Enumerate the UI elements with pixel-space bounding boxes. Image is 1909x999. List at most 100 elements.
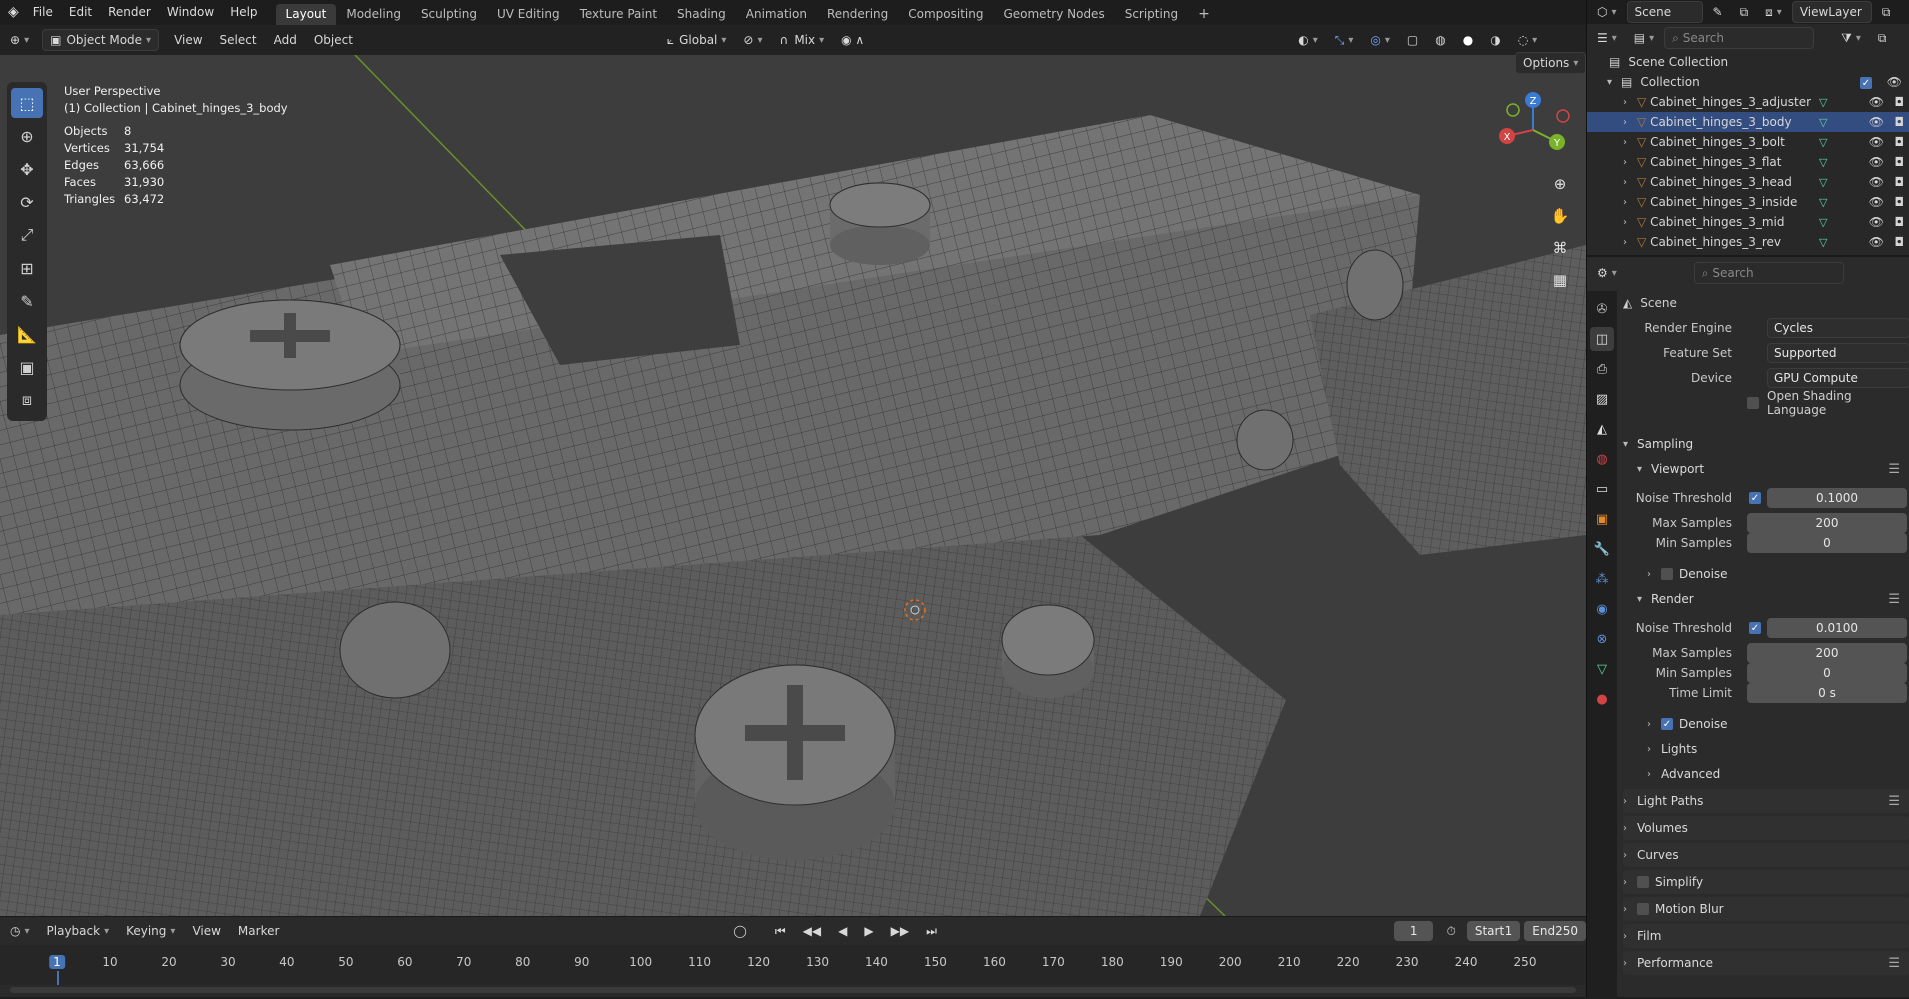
outliner-editor-icon[interactable]: ☰ ▾ <box>1590 27 1624 49</box>
r-denoise-checkbox[interactable]: ✓ <box>1661 718 1673 730</box>
r-noise-field[interactable]: 0.0100 <box>1767 618 1907 638</box>
device-dropdown[interactable]: GPU Compute <box>1767 368 1909 388</box>
eye-icon[interactable]: 👁 <box>1869 95 1884 109</box>
osl-row[interactable]: Open Shading Language <box>1617 389 1909 417</box>
overlay-toggle[interactable]: ◎ ▾ <box>1363 29 1397 51</box>
timeline-scrollbar[interactable] <box>10 987 1576 993</box>
marker-menu[interactable]: Marker <box>231 920 286 942</box>
end-frame-field[interactable]: End 250 <box>1524 921 1586 941</box>
object-tab-icon[interactable]: ▣ <box>1590 507 1614 531</box>
tab-rendering[interactable]: Rendering <box>817 4 898 25</box>
list-icon[interactable]: ☰ <box>1888 794 1900 809</box>
grid-icon[interactable]: ▦ <box>1546 266 1574 294</box>
render-tab-icon[interactable]: ◫ <box>1590 327 1614 351</box>
curves-panel[interactable]: › Curves <box>1623 843 1909 867</box>
camera-render-icon[interactable]: ◘ <box>1895 235 1905 249</box>
r-noise-checkbox[interactable]: ✓ <box>1749 622 1761 634</box>
tab-shading[interactable]: Shading <box>667 4 736 25</box>
frame-ruler[interactable]: 1 10 20 30 40 50 60 70 80 90 100 110 120 130 140 150 160… <box>0 945 1586 985</box>
material-tab-icon[interactable]: ● <box>1590 687 1614 711</box>
lights-subpanel[interactable]: › Lights <box>1647 737 1909 761</box>
playhead[interactable] <box>57 971 59 985</box>
collection-tab-icon[interactable]: ▭ <box>1590 477 1614 501</box>
motion-blur-checkbox[interactable] <box>1637 903 1649 915</box>
next-keyframe-icon[interactable]: ▶▶ <box>884 920 916 942</box>
stopwatch-icon[interactable]: ⏱ <box>1439 920 1462 942</box>
render-engine-dropdown[interactable]: Cycles <box>1767 318 1909 338</box>
modifier-tab-icon[interactable]: 🔧 <box>1590 537 1614 561</box>
tab-sculpting[interactable]: Sculpting <box>411 4 487 25</box>
add-cube-icon[interactable]: ▣ <box>11 352 43 382</box>
transform-icon[interactable]: ⊞ <box>11 253 43 283</box>
eye-icon[interactable]: 👁 <box>1869 155 1884 169</box>
playback-menu[interactable]: Playback ▾ <box>40 920 117 942</box>
eye-icon[interactable]: 👁 <box>1869 235 1884 249</box>
keying-menu[interactable]: Keying ▾ <box>119 920 182 942</box>
record-icon[interactable]: ◯ <box>726 920 753 942</box>
zoom-icon[interactable]: ⊕ <box>1546 170 1574 198</box>
feature-set-dropdown[interactable]: Supported <box>1767 343 1909 363</box>
navigation-gizmo[interactable]: Z Y X <box>1493 88 1573 168</box>
light-paths-panel[interactable]: › Light Paths ☰ <box>1623 789 1909 813</box>
eye-icon[interactable]: 👁 <box>1869 135 1884 149</box>
select-box-icon[interactable]: ⬚ <box>11 88 43 118</box>
tab-texture-paint[interactable]: Texture Paint <box>570 4 667 25</box>
scene-selector[interactable]: Scene <box>1626 1 1703 23</box>
outliner-object-row[interactable]: › ▽ Cabinet_hinges_3_rev ▽ 👁 ◘ <box>1587 232 1909 252</box>
tab-geometry-nodes[interactable]: Geometry Nodes <box>993 4 1114 25</box>
prev-keyframe-icon[interactable]: ◀◀ <box>796 920 828 942</box>
move-icon[interactable]: ✥ <box>11 154 43 184</box>
scene-tab-icon[interactable]: ◭ <box>1590 417 1614 441</box>
list-icon[interactable]: ☰ <box>1888 592 1900 607</box>
shading-wireframe-button[interactable]: ◍ <box>1428 29 1452 51</box>
menu-view[interactable]: View <box>167 29 209 51</box>
vp-denoise-checkbox[interactable] <box>1661 568 1673 580</box>
menu-file[interactable]: File <box>25 0 61 25</box>
camera-render-icon[interactable]: ◘ <box>1895 215 1905 229</box>
eye-icon[interactable]: 👁 <box>1869 175 1884 189</box>
view-layer-icon[interactable]: ⧈ ▾ <box>1758 1 1789 23</box>
r-denoise-subpanel[interactable]: › ✓ Denoise <box>1647 712 1909 736</box>
vp-noise-checkbox[interactable]: ✓ <box>1749 492 1761 504</box>
eye-icon[interactable]: 👁 <box>1869 215 1884 229</box>
r-min-field[interactable]: 0 <box>1747 663 1907 683</box>
film-panel[interactable]: › Film <box>1623 924 1909 948</box>
add-object-icon[interactable]: ⧈ <box>11 385 43 415</box>
viewport-subpanel[interactable]: ▾ Viewport ☰ <box>1637 457 1909 481</box>
pin-icon[interactable]: ✎ <box>1706 1 1730 23</box>
transform-orientation-dropdown[interactable]: ⟀ Global ▾ <box>660 29 734 51</box>
proportional-edit-button[interactable]: ◉ ∧ <box>834 29 871 51</box>
vp-denoise-subpanel[interactable]: › Denoise <box>1647 562 1909 586</box>
display-mode-icon[interactable]: ▤ ▾ <box>1627 27 1661 49</box>
vp-max-field[interactable]: 200 <box>1747 513 1907 533</box>
shading-solid-button[interactable]: ● <box>1456 29 1480 51</box>
vp-noise-field[interactable]: 0.1000 <box>1767 488 1907 508</box>
scene-collection-row[interactable]: ▤ Scene Collection <box>1587 52 1909 72</box>
pan-hand-icon[interactable]: ✋ <box>1546 202 1574 230</box>
new-scene-icon[interactable]: ⧉ <box>1733 1 1756 23</box>
tool-tab-icon[interactable]: ✇ <box>1590 297 1614 321</box>
shading-material-button[interactable]: ◑ <box>1483 29 1507 51</box>
scene-icon[interactable]: ⬡ ▾ <box>1590 1 1624 23</box>
add-workspace-button[interactable]: + <box>1188 4 1220 25</box>
measure-icon[interactable]: 📐 <box>11 319 43 349</box>
mode-dropdown[interactable]: ▣ Object Mode ▾ <box>42 29 160 51</box>
snap-dropdown[interactable]: ∩ Mix ▾ <box>773 29 832 51</box>
camera-icon[interactable]: ⌘ <box>1546 234 1574 262</box>
rotate-icon[interactable]: ⟳ <box>11 187 43 217</box>
play-reverse-icon[interactable]: ◀ <box>831 920 854 942</box>
outliner-object-row[interactable]: › ▽ Cabinet_hinges_3_head ▽ 👁 ◘ <box>1587 172 1909 192</box>
annotate-icon[interactable]: ✎ <box>11 286 43 316</box>
menu-window[interactable]: Window <box>159 0 222 25</box>
jump-start-icon[interactable]: ⏮ <box>768 920 793 942</box>
xray-toggle[interactable]: ▢ <box>1400 29 1425 51</box>
options-dropdown[interactable]: Options ▾ <box>1515 52 1587 74</box>
new-layer-icon[interactable]: ⧉ <box>1875 1 1898 23</box>
cursor-icon[interactable]: ⊕ <box>11 121 43 151</box>
outliner-object-row[interactable]: › ▽ Cabinet_hinges_3_inside ▽ 👁 ◘ <box>1587 192 1909 212</box>
sampling-panel[interactable]: ▾ Sampling <box>1623 432 1909 456</box>
camera-render-icon[interactable]: ◘ <box>1895 115 1905 129</box>
timeline-editor-icon[interactable]: ◷ ▾ <box>3 920 37 942</box>
play-icon[interactable]: ▶ <box>857 920 880 942</box>
constraints-tab-icon[interactable]: ⊗ <box>1590 627 1614 651</box>
